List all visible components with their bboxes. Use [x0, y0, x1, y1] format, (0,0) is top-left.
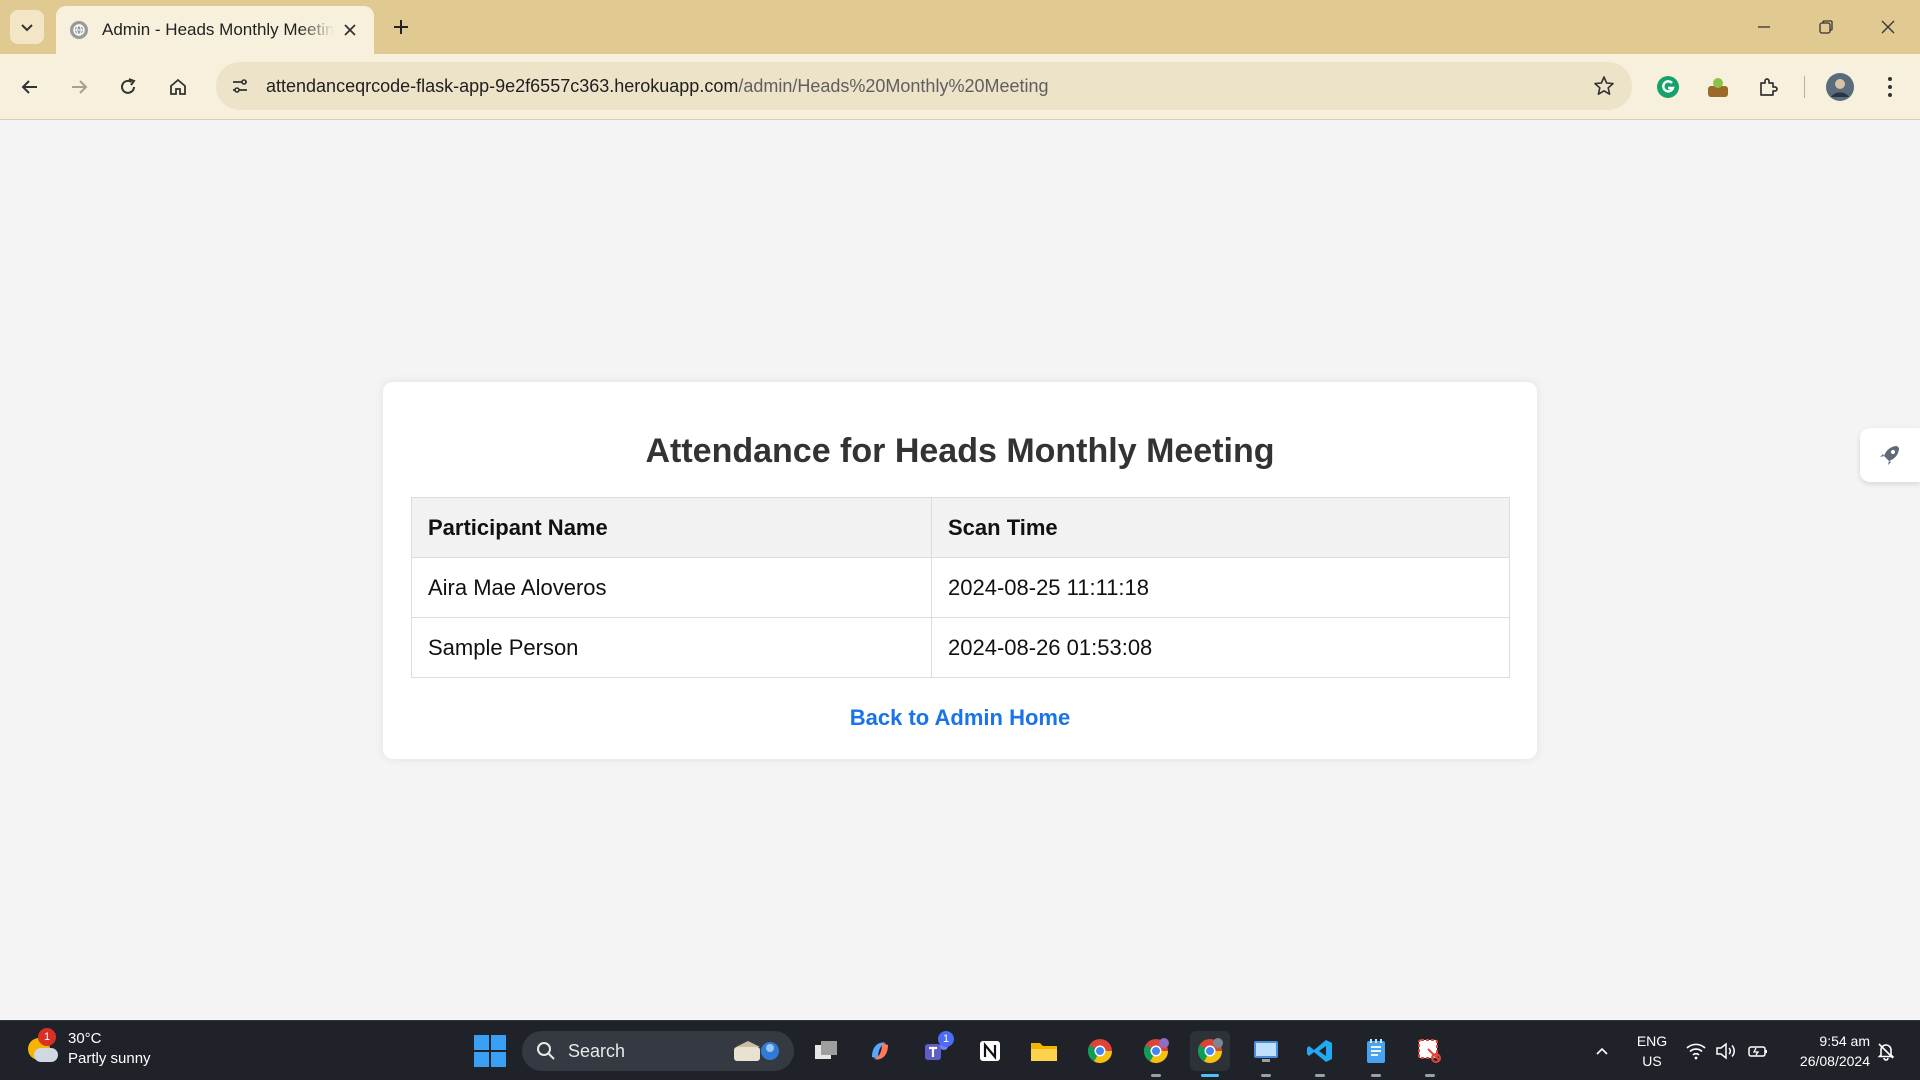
- teams-badge: 1: [938, 1031, 954, 1047]
- attendance-card: Attendance for Heads Monthly Meeting Par…: [383, 382, 1537, 759]
- close-window-icon[interactable]: [1868, 10, 1908, 44]
- snipping-tool-icon[interactable]: [1410, 1031, 1450, 1077]
- chevron-up-icon[interactable]: [1588, 1037, 1616, 1065]
- table-row: Aira Mae Aloveros 2024-08-25 11:11:18: [411, 557, 1510, 618]
- scan-time: 2024-08-25 11:11:18: [931, 557, 1510, 618]
- weather-badge: 1: [38, 1028, 56, 1046]
- participant-name: Aira Mae Aloveros: [411, 557, 932, 618]
- chrome-profile-icon[interactable]: [1136, 1031, 1176, 1077]
- search-icon: [537, 1042, 555, 1060]
- profile-avatar[interactable]: [1822, 69, 1858, 105]
- system-clock[interactable]: 9:54 am 26/08/2024: [1780, 1031, 1870, 1071]
- back-icon[interactable]: [12, 69, 48, 105]
- task-view-icon[interactable]: [806, 1031, 846, 1071]
- attendance-table: Participant Name Scan Time Aira Mae Alov…: [411, 497, 1510, 678]
- windows-start-icon[interactable]: [474, 1035, 506, 1067]
- browser-toolbar: attendanceqrcode-flask-app-9e2f6557c363.…: [0, 54, 1920, 120]
- chrome-icon[interactable]: [1080, 1031, 1120, 1071]
- volume-icon[interactable]: [1714, 1039, 1738, 1063]
- chrome-active-icon[interactable]: [1190, 1031, 1230, 1077]
- rocket-icon[interactable]: [1860, 428, 1920, 482]
- notepad-icon[interactable]: [1356, 1031, 1396, 1077]
- tab-strip: Admin - Heads Monthly Meeting: [0, 0, 1920, 54]
- teams-icon[interactable]: 1: [916, 1031, 956, 1071]
- lang-line2: US: [1642, 1053, 1662, 1069]
- forward-icon[interactable]: [61, 69, 97, 105]
- globe-icon: [70, 21, 88, 39]
- column-header-participant: Participant Name: [411, 497, 932, 558]
- url-host: attendanceqrcode-flask-app-9e2f6557c363.…: [266, 75, 739, 96]
- active-tab[interactable]: Admin - Heads Monthly Meeting: [56, 6, 374, 54]
- plus-icon[interactable]: [386, 12, 416, 42]
- url-text: attendanceqrcode-flask-app-9e2f6557c363.…: [266, 76, 1049, 97]
- grammarly-icon[interactable]: [1650, 69, 1686, 105]
- battery-icon[interactable]: [1746, 1039, 1770, 1063]
- clock-time: 9:54 am: [1819, 1033, 1870, 1049]
- remote-desktop-icon[interactable]: [1246, 1031, 1286, 1077]
- weather-widget[interactable]: 1 30°C Partly sunny: [24, 1028, 151, 1069]
- language-indicator[interactable]: ENG US: [1634, 1031, 1670, 1071]
- vscode-icon[interactable]: [1300, 1031, 1340, 1077]
- toolbar-divider: [1804, 76, 1805, 98]
- weather-temp: 30°C: [68, 1030, 102, 1047]
- star-icon[interactable]: [1590, 72, 1618, 100]
- page-title: Attendance for Heads Monthly Meeting: [645, 432, 1275, 470]
- minimize-icon[interactable]: [1744, 10, 1784, 44]
- address-bar[interactable]: attendanceqrcode-flask-app-9e2f6557c363.…: [216, 62, 1632, 110]
- page-content: Attendance for Heads Monthly Meeting Par…: [0, 120, 1920, 1020]
- tab-list-icon[interactable]: [10, 10, 44, 44]
- notification-icon[interactable]: [1874, 1039, 1898, 1063]
- notion-icon[interactable]: [970, 1031, 1010, 1071]
- lang-line1: ENG: [1636, 1033, 1668, 1049]
- restore-icon[interactable]: [1806, 10, 1846, 44]
- weather-desc: Partly sunny: [68, 1050, 151, 1067]
- column-header-scan-time: Scan Time: [931, 497, 1510, 558]
- back-to-admin-home-link[interactable]: Back to Admin Home: [383, 705, 1537, 731]
- search-label: Search: [568, 1040, 626, 1061]
- reload-icon[interactable]: [110, 69, 146, 105]
- menu-icon[interactable]: [1872, 69, 1908, 105]
- table-header-row: Participant Name Scan Time: [411, 497, 1510, 558]
- wifi-icon[interactable]: [1684, 1039, 1708, 1063]
- site-info-icon[interactable]: [220, 66, 260, 106]
- puzzle-icon[interactable]: [1750, 69, 1786, 105]
- home-icon[interactable]: [160, 69, 196, 105]
- taskbar-search[interactable]: Search: [522, 1031, 794, 1071]
- url-path: /admin/Heads%20Monthly%20Meeting: [738, 75, 1049, 96]
- search-highlight-icon: [734, 1041, 779, 1061]
- extension-icon[interactable]: [1700, 69, 1736, 105]
- close-icon[interactable]: [340, 20, 360, 40]
- weather-icon: 1: [24, 1028, 58, 1066]
- table-row: Sample Person 2024-08-26 01:53:08: [411, 617, 1510, 678]
- taskbar: 1 30°C Partly sunny Search 1 ENG US 9:54…: [0, 1020, 1920, 1080]
- file-explorer-icon[interactable]: [1024, 1031, 1064, 1071]
- tab-title: Admin - Heads Monthly Meeting: [102, 20, 334, 39]
- participant-name: Sample Person: [411, 617, 932, 678]
- scan-time: 2024-08-26 01:53:08: [931, 617, 1510, 678]
- copilot-icon[interactable]: [860, 1031, 900, 1071]
- clock-date: 26/08/2024: [1799, 1053, 1870, 1069]
